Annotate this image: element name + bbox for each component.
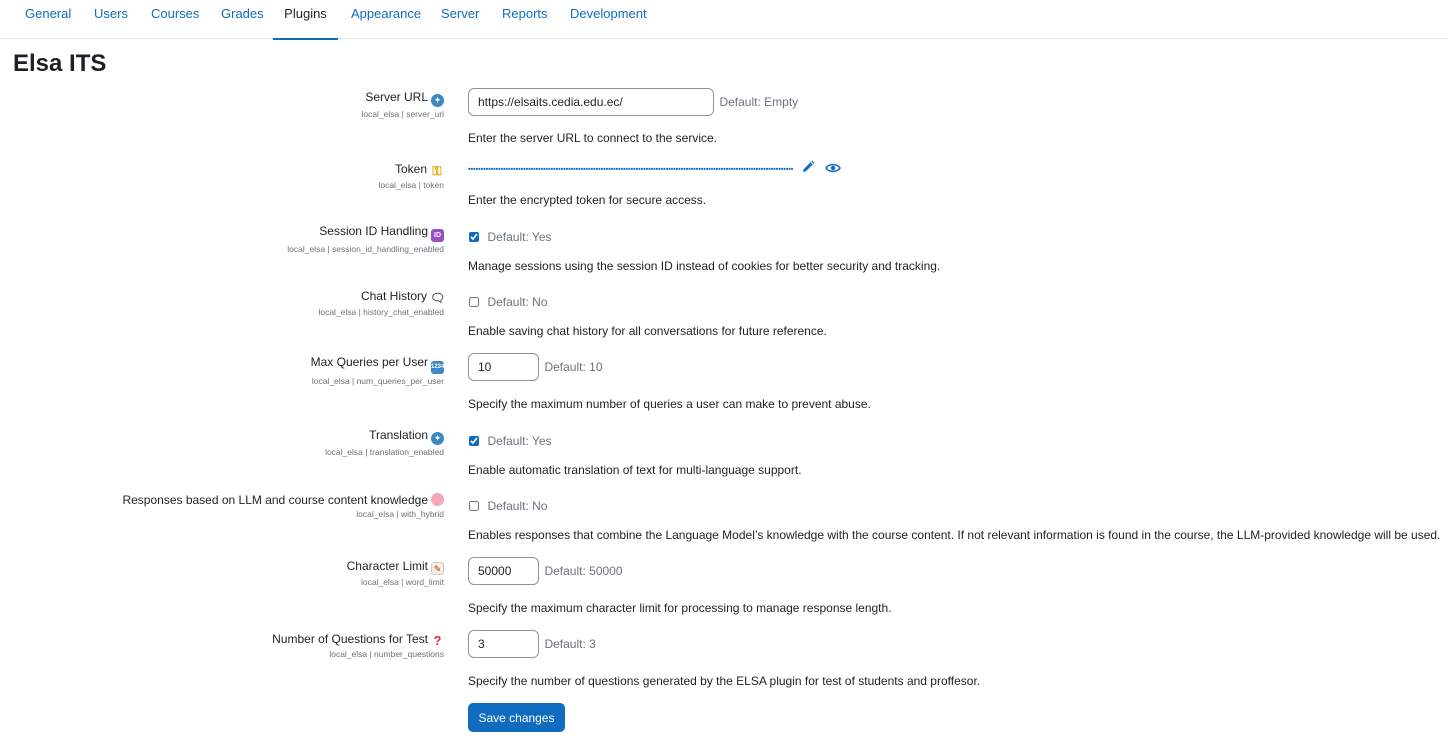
server-url-input[interactable] [468,88,714,116]
save-changes-button[interactable]: Save changes [468,703,565,732]
setting-label: Responses based on LLM and course conten… [122,493,428,507]
setting-key: local_elsa | number_questions [329,649,444,659]
admin-tabs: General Users Courses Grades Plugins App… [0,0,1448,40]
brain-icon [431,493,444,506]
setting-label: Chat History [360,289,427,303]
tab-courses[interactable]: Courses [151,0,199,39]
id-icon: ID [431,229,444,242]
setting-label: Token [394,162,427,176]
tab-plugins[interactable]: Plugins [273,0,338,40]
setting-description: Enable automatic translation of text for… [468,463,802,477]
speech-bubble-icon: 🗨 [430,291,446,305]
setting-key: local_elsa | num_queries_per_user [311,376,444,386]
token-masked-value[interactable]: ••••••••••••••••••••••••••••••••••••••••… [468,165,793,174]
tab-general[interactable]: General [25,0,71,39]
default-value: Default: Yes [487,229,552,244]
key-icon: ⚿ [432,164,442,178]
default-value: Default: 50000 [544,564,623,578]
default-value: Default: Empty [719,95,799,109]
eye-icon[interactable] [825,161,841,179]
setting-description: Enter the server URL to connect to the s… [468,131,718,145]
numbers-icon: 1234 [431,361,444,374]
setting-description: Specify the number of questions generate… [468,674,981,688]
setting-label: Number of Questions for Test [272,632,428,646]
char-limit-input[interactable] [468,557,539,585]
setting-key: local_elsa | history_chat_enabled [318,307,444,317]
question-mark-icon: ? [433,633,442,648]
tab-grades[interactable]: Grades [221,0,264,39]
num-questions-input[interactable] [468,630,539,658]
session-id-checkbox[interactable] [469,232,479,242]
setting-label: Session ID Handling [319,224,428,238]
setting-description: Enables responses that combine the Langu… [468,528,1441,542]
setting-label: Max Queries per User [310,355,428,369]
setting-key: local_elsa | word_limit [361,577,444,587]
setting-description: Specify the maximum character limit for … [468,601,892,615]
setting-description: Manage sessions using the session ID ins… [468,259,941,273]
memo-icon: ✎ [431,562,444,575]
default-value: Default: 10 [544,360,603,374]
tab-reports[interactable]: Reports [502,0,548,39]
max-queries-input[interactable] [468,353,539,381]
tab-appearance[interactable]: Appearance [351,0,421,39]
setting-description: Enter the encrypted token for secure acc… [468,193,707,207]
globe-icon: ✦ [431,94,444,107]
setting-key: local_elsa | session_id_handling_enabled [287,244,444,254]
default-value: Default: No [487,294,548,309]
tab-users[interactable]: Users [94,0,128,39]
setting-key: local_elsa | translation_enabled [325,447,444,457]
globe-icon: ✦ [431,432,444,445]
default-value: Default: 3 [544,637,596,651]
chat-history-checkbox[interactable] [469,297,479,307]
setting-label: Character Limit [346,559,428,573]
setting-key: local_elsa | token [378,180,444,190]
setting-label: Server URL [365,90,428,104]
setting-key: local_elsa | server_url [361,109,444,119]
default-value: Default: No [487,498,548,513]
pencil-icon[interactable] [801,160,815,179]
setting-description: Enable saving chat history for all conve… [468,324,827,338]
hybrid-checkbox[interactable] [469,501,479,511]
default-value: Default: Yes [487,433,552,448]
setting-label: Translation [369,428,428,442]
tab-server[interactable]: Server [441,0,479,39]
page-title: Elsa ITS [13,50,107,77]
tab-development[interactable]: Development [570,0,647,39]
setting-description: Specify the maximum number of queries a … [468,397,871,411]
translation-checkbox[interactable] [469,436,479,446]
setting-key: local_elsa | with_hybrid [356,509,444,519]
